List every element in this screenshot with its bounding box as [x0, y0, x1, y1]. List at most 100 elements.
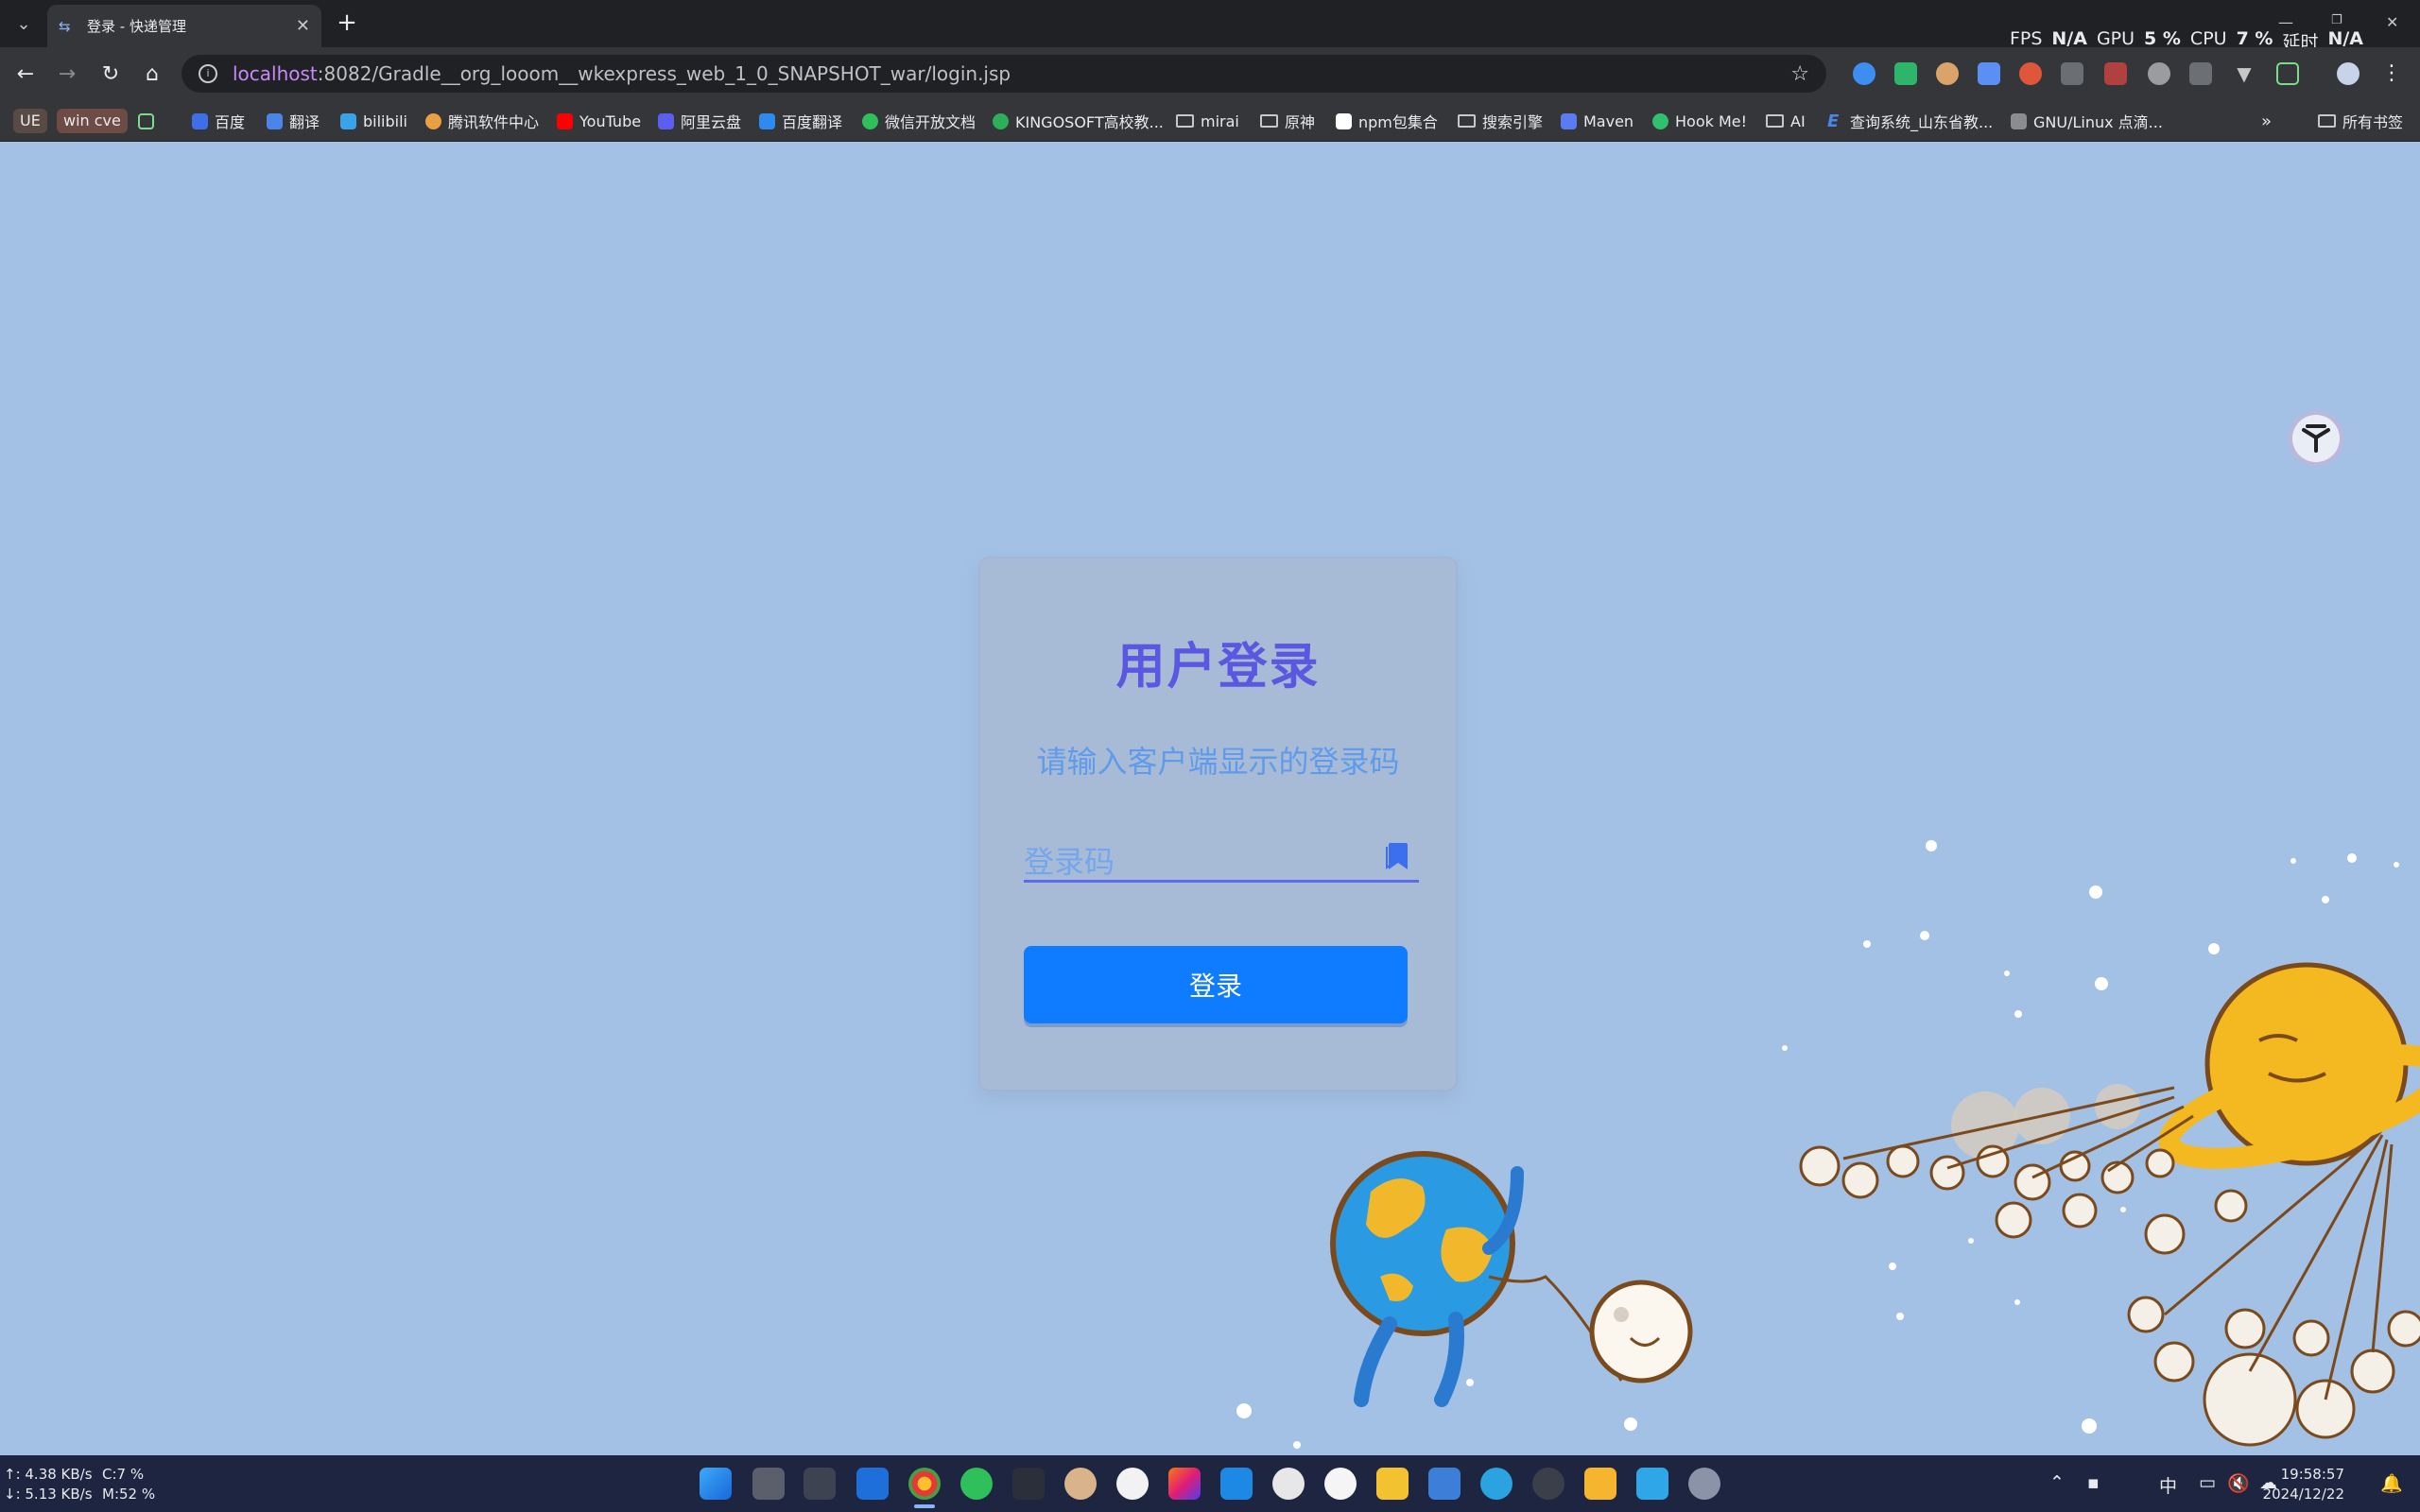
bookmark-kingosoft[interactable]: KINGOSOFT高校教...: [993, 110, 1164, 132]
bookmark-baidu-fanyi[interactable]: 百度翻译: [759, 110, 842, 132]
intellij-icon[interactable]: [1168, 1468, 1201, 1500]
ime-indicator[interactable]: 中: [2159, 1472, 2177, 1498]
restore-icon[interactable]: ❐: [2331, 13, 2342, 27]
bookmark-maven[interactable]: Maven: [1561, 110, 1634, 132]
tab-title: 登录 - 快递管理: [87, 18, 186, 35]
back-icon[interactable]: ←: [11, 60, 40, 89]
vscode-icon[interactable]: [1220, 1468, 1253, 1500]
bookmark-bilibili[interactable]: bilibili: [340, 110, 407, 132]
url-host: localhost: [233, 62, 318, 85]
extension-doc-icon[interactable]: [1978, 62, 2000, 85]
tray-app-icon[interactable]: ▪: [2087, 1472, 2100, 1493]
bookmark-folder-yuanshen[interactable]: 原神: [1260, 110, 1315, 132]
wechat-icon[interactable]: [960, 1468, 993, 1500]
bookmark-baidu[interactable]: 百度: [192, 110, 245, 132]
page-content: 用户登录 请输入客户端显示的登录码 登录: [0, 143, 2420, 1455]
extension-gem-icon[interactable]: [1853, 62, 1876, 85]
extension-avatar-icon[interactable]: [1936, 62, 1959, 85]
extension-box-icon[interactable]: [2104, 62, 2127, 85]
obs-icon[interactable]: [1532, 1468, 1564, 1500]
extension-media-icon[interactable]: [2189, 62, 2212, 85]
network-icon[interactable]: ▭: [2199, 1472, 2216, 1493]
bookmark-npm[interactable]: npm包集合: [1336, 110, 1438, 132]
cpu-usage: C:7 %: [102, 1466, 145, 1483]
bookmark-label: KINGOSOFT高校教...: [1015, 113, 1164, 131]
extensions-puzzle-icon[interactable]: [2276, 62, 2299, 85]
memory-usage: M:52 %: [102, 1486, 156, 1503]
upload-speed: ↑: 4.38 KB/s: [4, 1466, 93, 1483]
qq-mail-icon[interactable]: [1636, 1468, 1668, 1500]
bookmark-tencent-software[interactable]: 腾讯软件中心: [425, 110, 539, 132]
bookmark-label: npm包集合: [1358, 113, 1438, 131]
extension-vue-icon[interactable]: ▼: [2233, 62, 2256, 85]
bookmark-label: mirai: [1201, 112, 1239, 130]
file-explorer-icon[interactable]: [1376, 1468, 1409, 1500]
tab-login[interactable]: ⇆ 登录 - 快递管理 ✕: [47, 5, 321, 47]
profile-avatar-icon[interactable]: [2337, 62, 2360, 85]
chrome-active-indicator: [914, 1504, 935, 1508]
panda-icon[interactable]: [1324, 1468, 1357, 1500]
tab-search-button[interactable]: ⌄: [9, 9, 38, 38]
address-bar[interactable]: i localhost :8082/Gradle__org_looom__wke…: [182, 55, 1826, 93]
chrome-icon[interactable]: [908, 1468, 941, 1500]
settings-gear-icon[interactable]: [1688, 1468, 1720, 1500]
extension-circle-icon[interactable]: [2148, 62, 2170, 85]
folder-icon: [1260, 114, 1278, 128]
bookmark-shandong-query[interactable]: E 查询系统_山东省教...: [1827, 110, 1993, 132]
earth-character: [1330, 1151, 1623, 1407]
chat-bubble-icon[interactable]: [1272, 1468, 1305, 1500]
bookmark-pill-wincve[interactable]: win cve: [57, 109, 128, 133]
minimize-icon[interactable]: —: [2278, 13, 2293, 31]
all-bookmarks-folder[interactable]: 所有书签: [2318, 110, 2403, 132]
window-close-icon[interactable]: ✕: [2386, 13, 2398, 31]
extension-shield-icon[interactable]: [1894, 62, 1917, 85]
tray-overflow-icon[interactable]: ⌃: [2049, 1472, 2065, 1493]
notes-icon[interactable]: [1584, 1468, 1616, 1500]
unity-icon[interactable]: [804, 1468, 836, 1500]
bookmark-fanyi[interactable]: 翻译: [267, 110, 320, 132]
site-info-icon[interactable]: i: [199, 64, 217, 83]
bookmark-folder-ai[interactable]: AI: [1766, 110, 1806, 132]
bookmark-star-icon[interactable]: ☆: [1790, 62, 1809, 86]
bookmark-label: 阿里云盘: [681, 113, 742, 131]
game-avatar-icon[interactable]: [1064, 1468, 1097, 1500]
extension-spider-icon[interactable]: [2061, 62, 2083, 85]
bookmarks-overflow-icon[interactable]: »: [2261, 110, 2272, 132]
apps-grid-icon[interactable]: [138, 110, 154, 132]
clock-time: 19:58:57: [2280, 1466, 2344, 1483]
telegram-icon[interactable]: [1480, 1468, 1512, 1500]
home-icon[interactable]: ⌂: [138, 60, 166, 89]
bookmark-wechat-docs[interactable]: 微信开放文档: [862, 110, 976, 132]
floating-assistant-button[interactable]: [2292, 415, 2340, 462]
notification-bell-icon[interactable]: 🔔: [2380, 1472, 2403, 1494]
login-code-input[interactable]: [1024, 843, 1364, 881]
photos-icon[interactable]: [1428, 1468, 1461, 1500]
bookmark-label: 查询系统_山东省教...: [1850, 113, 1994, 131]
bookmark-label: 百度翻译: [782, 113, 843, 131]
folder-icon: [1176, 114, 1194, 128]
tab-close-icon[interactable]: ✕: [296, 16, 310, 36]
system-clock[interactable]: 19:58:57 2024/12/22: [2263, 1465, 2344, 1504]
reload-icon[interactable]: ↻: [96, 60, 125, 89]
kingosoft-icon: [993, 112, 1009, 129]
menu-kebab-icon[interactable]: ⋮: [2380, 62, 2403, 85]
terminal-icon[interactable]: [1012, 1468, 1045, 1500]
forward-icon[interactable]: →: [53, 60, 81, 89]
extension-fox-icon[interactable]: [2019, 62, 2042, 85]
bookmark-aliyun-drive[interactable]: 阿里云盘: [658, 110, 741, 132]
bookmark-label: 翻译: [289, 113, 320, 131]
bookmark-gnu-linux[interactable]: GNU/Linux 点滴...: [2011, 110, 2163, 132]
start-menu-icon[interactable]: [700, 1468, 732, 1500]
login-subtitle: 请输入客户端显示的登录码: [1036, 744, 1400, 780]
qq-icon[interactable]: [1116, 1468, 1149, 1500]
outlook-icon[interactable]: [856, 1468, 889, 1500]
bookmark-folder-search[interactable]: 搜索引擎: [1458, 110, 1543, 132]
new-tab-button[interactable]: +: [333, 9, 361, 38]
bookmark-hookme[interactable]: Hook Me!: [1652, 110, 1747, 132]
bookmark-youtube[interactable]: YouTube: [557, 110, 641, 132]
login-button[interactable]: 登录: [1024, 946, 1408, 1023]
bookmark-folder-mirai[interactable]: mirai: [1176, 110, 1239, 132]
bookmark-pill-ue[interactable]: UE: [13, 109, 47, 133]
volume-muted-icon[interactable]: 🔇: [2227, 1472, 2250, 1494]
task-view-icon[interactable]: [752, 1468, 785, 1500]
